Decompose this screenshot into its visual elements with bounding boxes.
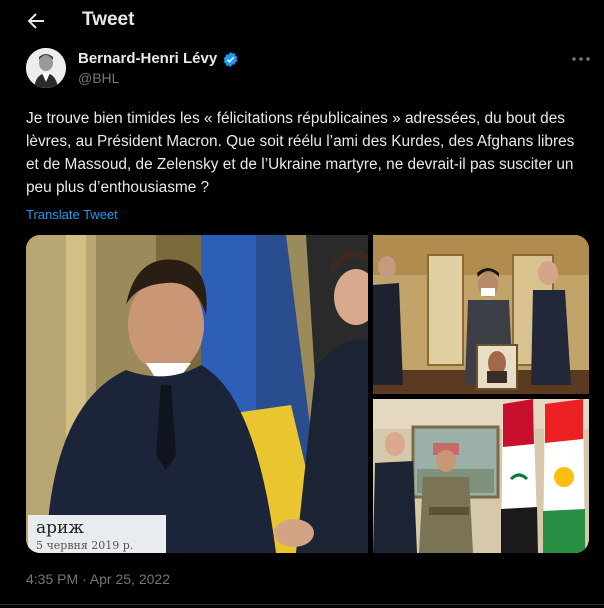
translate-tweet-link[interactable]: Translate Tweet	[26, 207, 118, 222]
sign-line-2: 5 червня 2019 р.	[36, 539, 134, 552]
tweet-page: Tweet Bernard-Henri Lévy @BHL Je trouve …	[0, 0, 604, 608]
divider	[0, 604, 604, 605]
photo-sign: ариж 5 червня 2019 р.	[28, 515, 166, 553]
avatar[interactable]	[26, 48, 66, 88]
photo-meeting-portrait[interactable]	[373, 235, 589, 394]
verified-badge-icon	[223, 52, 238, 67]
tweet-timestamp[interactable]: 4:35 PM · Apr 25, 2022	[26, 571, 170, 587]
more-options-icon[interactable]	[570, 54, 592, 64]
photo-meeting-flags[interactable]	[373, 399, 589, 553]
page-title: Tweet	[82, 9, 135, 30]
arrow-left-icon[interactable]	[24, 9, 48, 33]
author-name[interactable]: Bernard-Henri Lévy	[78, 50, 217, 67]
tweet-text: Je trouve bien timides les « félicitatio…	[26, 110, 575, 196]
sign-line-1: ариж	[36, 518, 84, 538]
photo-handshake[interactable]: ариж 5 червня 2019 р.	[26, 235, 368, 553]
avatar-portrait-image	[26, 48, 66, 88]
author-handle[interactable]: @BHL	[78, 70, 119, 86]
media-grid: ариж 5 червня 2019 р.	[26, 235, 589, 553]
tweet-header: Tweet	[0, 0, 604, 42]
